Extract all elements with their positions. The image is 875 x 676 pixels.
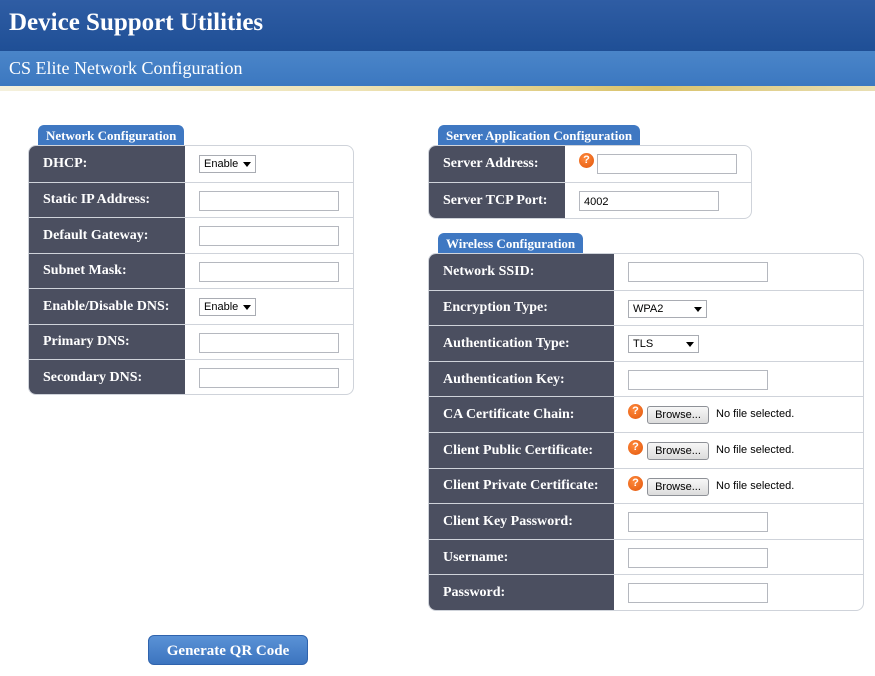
static-ip-address-label: Static IP Address: bbox=[29, 182, 185, 218]
form-row-client-public-certificate: Client Public Certificate: Browse... No fi… bbox=[429, 432, 863, 469]
form-row-dhcp: DHCP: Enable bbox=[29, 146, 353, 182]
default-gateway-label: Default Gateway: bbox=[29, 218, 185, 254]
form-row-encryption-type: Encryption Type: WPA2 bbox=[429, 289, 863, 327]
server-address-input[interactable] bbox=[597, 154, 737, 174]
help-icon[interactable]: ? bbox=[628, 440, 643, 455]
form-row-network-ssid: Network SSID: bbox=[429, 254, 863, 290]
page-header: CS Elite Network Configuration bbox=[0, 51, 875, 86]
form-row-primary-dns: Primary DNS: bbox=[29, 323, 353, 360]
client-private-certificate-file-status: No file selected. bbox=[716, 479, 795, 492]
server-configuration-panel: Server Address:? Server TCP Port: 4002 bbox=[428, 145, 752, 219]
form-row-username: Username: bbox=[429, 538, 863, 576]
chevron-down-icon bbox=[694, 306, 702, 312]
authentication-key-input[interactable] bbox=[628, 369, 768, 390]
dhcp-selected-value: Enable bbox=[204, 158, 239, 170]
network-configuration-panel: DHCP: Enable Static IP Address: Default Gat… bbox=[28, 145, 354, 395]
page-title: CS Elite Network Configuration bbox=[9, 58, 243, 78]
header-divider bbox=[0, 86, 875, 91]
form-row-client-private-certificate: Client Private Certificate: Browse... No f… bbox=[429, 467, 863, 505]
ca-certificate-chain-browse-button[interactable]: Browse... bbox=[647, 406, 709, 425]
chevron-down-icon bbox=[243, 305, 251, 310]
tab-server-application-configuration: Server Application Configuration bbox=[438, 125, 641, 145]
client-public-certificate-browse-button[interactable]: Browse... bbox=[647, 442, 709, 460]
secondary-dns-label: Secondary DNS: bbox=[29, 360, 185, 394]
tab-network-configuration: Network Configuration bbox=[38, 125, 185, 145]
default-gateway-input[interactable] bbox=[199, 226, 339, 246]
username-label: Username: bbox=[429, 539, 614, 576]
client-key-password-input[interactable] bbox=[628, 512, 768, 533]
subnet-mask-input[interactable] bbox=[199, 261, 339, 282]
ca-certificate-chain-file-status: No file selected. bbox=[716, 408, 795, 421]
client-public-certificate-label: Client Public Certificate: bbox=[429, 433, 614, 469]
authentication-key-label: Authentication Key: bbox=[429, 361, 614, 398]
enable-disable-dns-select[interactable]: Enable bbox=[199, 298, 256, 316]
dhcp-select[interactable]: Enable bbox=[199, 155, 256, 173]
tab-wireless-configuration: Wireless Configuration bbox=[438, 233, 584, 253]
form-row-secondary-dns: Secondary DNS: bbox=[29, 359, 353, 394]
app-header: Device Support Utilities bbox=[0, 0, 875, 51]
help-icon[interactable]: ? bbox=[579, 153, 594, 168]
form-row-authentication-type: Authentication Type: TLS bbox=[429, 325, 863, 362]
form-row-server-address: Server Address:? bbox=[429, 146, 751, 182]
encryption-type-select[interactable]: WPA2 bbox=[628, 299, 707, 318]
help-icon[interactable]: ? bbox=[628, 475, 643, 491]
password-label: Password: bbox=[429, 575, 614, 610]
enable-disable-dns-selected-value: Enable bbox=[204, 301, 239, 313]
help-icon[interactable]: ? bbox=[628, 404, 643, 420]
ca-certificate-chain-label: CA Certificate Chain: bbox=[429, 397, 614, 433]
form-row-subnet-mask: Subnet Mask: bbox=[29, 252, 353, 289]
wireless-configuration-panel: Network SSID: Encryption Type: WPA2 Authent… bbox=[428, 253, 864, 611]
static-ip-address-input[interactable] bbox=[199, 190, 339, 211]
chevron-down-icon bbox=[243, 162, 251, 167]
form-row-enable-disable-dns: Enable/Disable DNS: Enable bbox=[29, 288, 353, 325]
server-tcp-port-input[interactable]: 4002 bbox=[579, 191, 719, 211]
form-row-client-key-password: Client Key Password: bbox=[429, 503, 863, 540]
username-input[interactable] bbox=[628, 547, 768, 568]
dhcp-label: DHCP: bbox=[29, 146, 185, 182]
server-tcp-port-label: Server TCP Port: bbox=[429, 183, 565, 218]
form-row-static-ip-address: Static IP Address: bbox=[29, 181, 353, 218]
subnet-mask-label: Subnet Mask: bbox=[29, 253, 185, 289]
network-ssid-input[interactable] bbox=[628, 262, 768, 282]
client-private-certificate-label: Client Private Certificate: bbox=[429, 468, 614, 505]
generate-qr-code-button[interactable]: Generate QR Code bbox=[148, 635, 308, 665]
authentication-type-label: Authentication Type: bbox=[429, 326, 614, 362]
client-key-password-label: Client Key Password: bbox=[429, 504, 614, 540]
chevron-down-icon bbox=[686, 342, 694, 348]
client-public-certificate-file-status: No file selected. bbox=[716, 444, 795, 456]
app-title: Device Support Utilities bbox=[9, 9, 264, 36]
authentication-type-selected-value: TLS bbox=[633, 338, 654, 351]
encryption-type-label: Encryption Type: bbox=[429, 290, 614, 327]
form-row-default-gateway: Default Gateway: bbox=[29, 217, 353, 254]
form-row-password: Password: bbox=[429, 574, 863, 610]
client-private-certificate-browse-button[interactable]: Browse... bbox=[647, 477, 709, 496]
server-address-label: Server Address: bbox=[429, 146, 565, 182]
authentication-type-select[interactable]: TLS bbox=[628, 335, 699, 354]
enable-disable-dns-label: Enable/Disable DNS: bbox=[29, 289, 185, 325]
password-input[interactable] bbox=[628, 583, 768, 604]
primary-dns-label: Primary DNS: bbox=[29, 324, 185, 360]
encryption-type-selected-value: WPA2 bbox=[633, 302, 664, 315]
secondary-dns-input[interactable] bbox=[199, 368, 339, 388]
primary-dns-input[interactable] bbox=[199, 332, 339, 353]
form-row-server-tcp-port: Server TCP Port: 4002 bbox=[429, 182, 751, 218]
form-row-authentication-key: Authentication Key: bbox=[429, 360, 863, 398]
form-row-ca-certificate-chain: CA Certificate Chain: Browse... No file se… bbox=[429, 396, 863, 433]
network-ssid-label: Network SSID: bbox=[429, 254, 614, 290]
